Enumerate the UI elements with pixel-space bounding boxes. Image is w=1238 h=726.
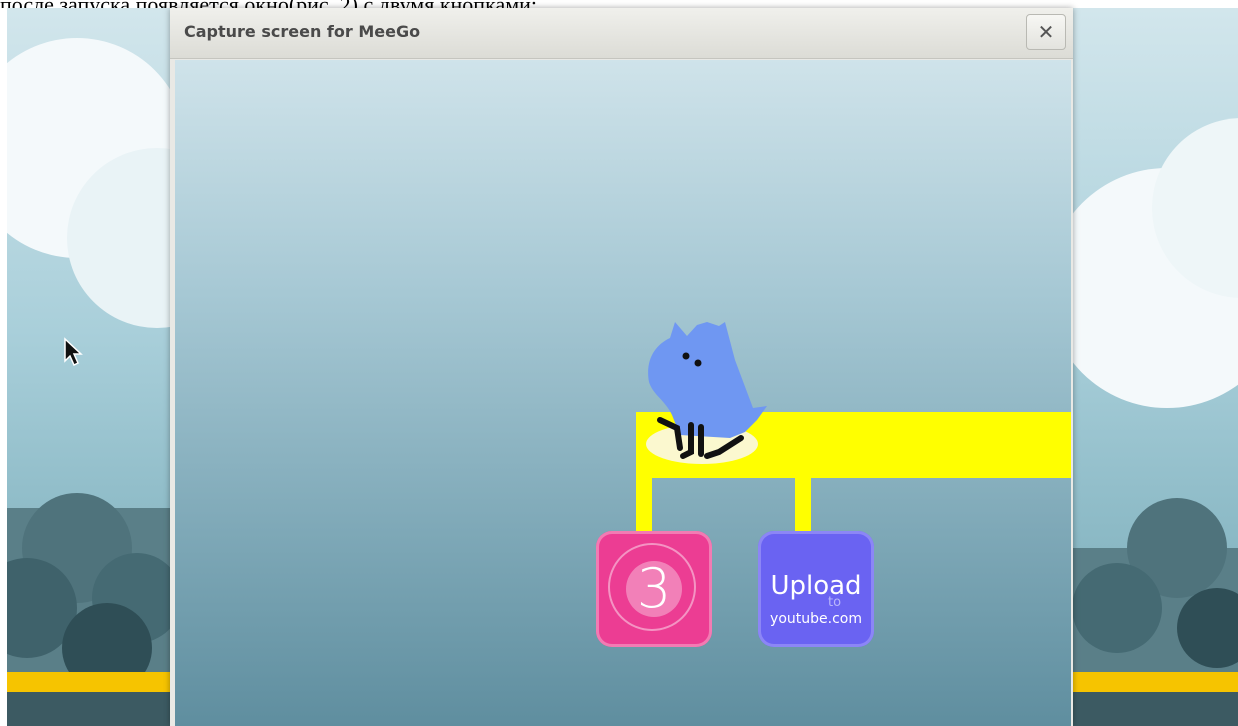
connector-left <box>636 412 652 532</box>
close-button[interactable]: ✕ <box>1026 14 1066 50</box>
window-titlebar[interactable]: Capture screen for MeeGo ✕ <box>170 8 1073 59</box>
window-title: Capture screen for MeeGo <box>184 22 421 41</box>
article-caption: после запуска появляется окно(рис. 2) с … <box>0 0 780 8</box>
record-button[interactable]: 3 <box>596 531 712 647</box>
upload-youtube-button[interactable]: Upload to youtube.com <box>758 531 874 647</box>
countdown-number: 3 <box>636 557 672 620</box>
capture-canvas: 3 Upload to youtube.com <box>175 60 1071 726</box>
upload-site-label: youtube.com <box>770 611 862 627</box>
character-eye-left <box>682 352 690 360</box>
mouse-pointer-icon <box>64 337 83 367</box>
close-icon: ✕ <box>1037 20 1055 44</box>
upload-to-label: to <box>828 595 842 610</box>
upload-label: Upload <box>770 571 862 601</box>
capture-window: Capture screen for MeeGo ✕ 3 Upload to y… <box>170 8 1073 726</box>
character-eye-right <box>694 359 702 367</box>
connector-right <box>795 478 811 532</box>
